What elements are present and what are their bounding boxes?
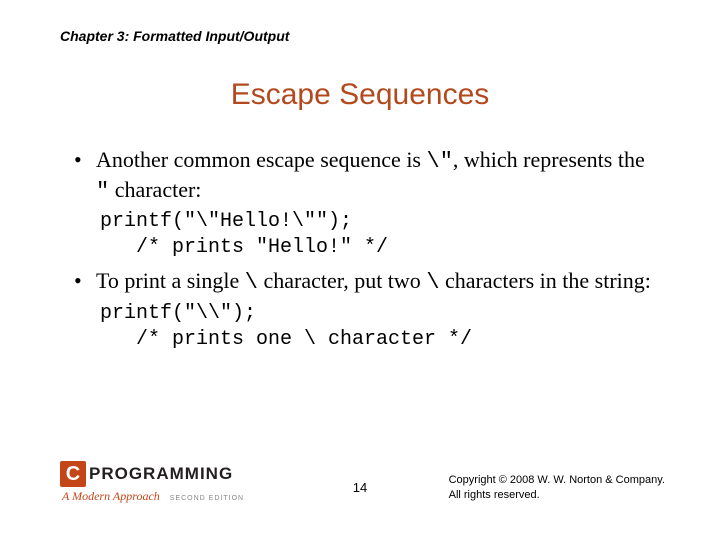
logo-c-icon: C	[60, 461, 86, 487]
bullet-text: characters in the string:	[440, 268, 651, 293]
logo-sub-row: A Modern Approach SECOND EDITION	[60, 487, 280, 505]
code-block: printf("\\"); /* prints one \ character …	[100, 301, 660, 353]
slide-body: Another common escape sequence is \", wh…	[70, 140, 660, 359]
bullet-text: character, put two	[258, 268, 426, 293]
page-number: 14	[353, 480, 367, 495]
slide-title: Escape Sequences	[0, 78, 720, 112]
bullet-item: Another common escape sequence is \", wh…	[70, 146, 660, 205]
slide: Chapter 3: Formatted Input/Output Escape…	[0, 0, 720, 540]
inline-code: "	[96, 179, 109, 204]
inline-code: \	[245, 270, 258, 295]
bullet-text: To print a single	[96, 268, 245, 293]
code-block: printf("\"Hello!\""); /* prints "Hello!"…	[100, 209, 660, 261]
logo-top-row: C PROGRAMMING	[60, 461, 280, 487]
bullet-text: Another common escape sequence is	[96, 147, 427, 172]
logo-word: PROGRAMMING	[89, 464, 233, 484]
bullet-text: character:	[109, 177, 201, 202]
logo-edition: SECOND EDITION	[170, 495, 244, 502]
copyright-line: Copyright © 2008 W. W. Norton & Company.	[449, 473, 665, 487]
copyright: Copyright © 2008 W. W. Norton & Company.…	[449, 473, 665, 502]
chapter-label: Chapter 3: Formatted Input/Output	[60, 28, 289, 44]
bullet-item: To print a single \ character, put two \…	[70, 267, 660, 297]
inline-code: \"	[427, 149, 453, 174]
footer: C PROGRAMMING A Modern Approach SECOND E…	[0, 455, 720, 515]
book-logo: C PROGRAMMING A Modern Approach SECOND E…	[60, 461, 280, 505]
bullet-text: , which represents the	[453, 147, 645, 172]
inline-code: \	[426, 270, 439, 295]
logo-subtitle: A Modern Approach	[62, 489, 160, 503]
copyright-line: All rights reserved.	[449, 488, 665, 502]
